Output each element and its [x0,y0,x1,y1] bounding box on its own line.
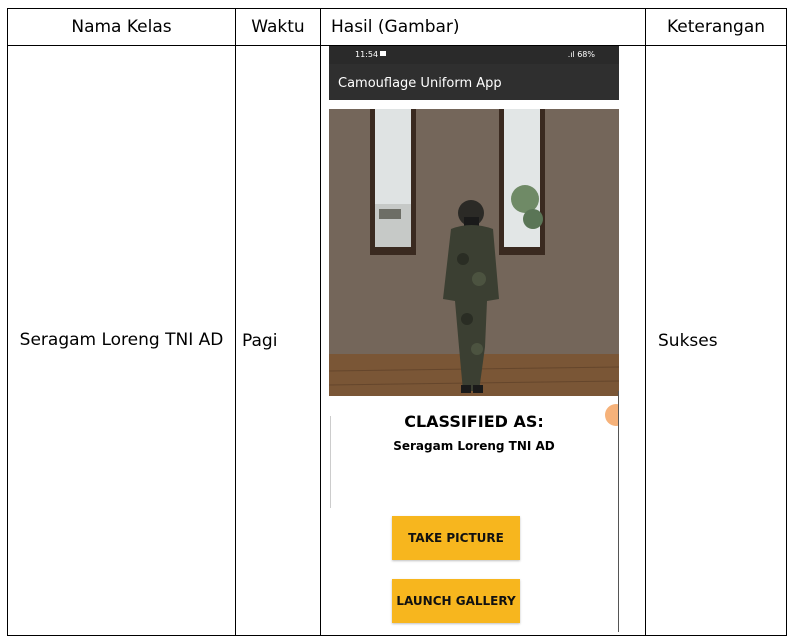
header-waktu: Waktu [235,8,321,46]
photo-image [329,109,619,396]
phone-screenshot: 11:54 .ıl 68% Camouflage Uniform App CLA… [329,46,619,632]
take-picture-button[interactable]: TAKE PICTURE [392,516,520,560]
status-bar: 11:54 .ıl 68% [329,46,619,64]
launch-gallery-button[interactable]: LAUNCH GALLERY [392,579,520,623]
table-row: Seragam Loreng TNI AD Pagi 11:54 .ıl 68%… [7,45,787,636]
status-time: 11:54 [355,50,379,59]
cell-class-name: Seragam Loreng TNI AD [7,45,236,636]
cell-note: Sukses [645,45,787,636]
classification-panel: CLASSIFIED AS: Seragam Loreng TNI AD [329,404,619,514]
header-row: Nama Kelas Waktu Hasil (Gambar) Keterang… [7,8,787,46]
app-title: Camouflage Uniform App [338,76,502,91]
signal-battery-text: .ıl 68% [567,50,595,59]
header-keterangan: Keterangan [645,8,787,46]
classified-heading: CLASSIFIED AS: [404,412,544,431]
classified-result: Seragam Loreng TNI AD [393,439,555,453]
header-nama-kelas: Nama Kelas [7,8,236,46]
app-bar: Camouflage Uniform App [329,64,619,100]
video-icon [380,51,386,56]
results-table: Nama Kelas Waktu Hasil (Gambar) Keterang… [7,8,787,636]
cell-result-image: 11:54 .ıl 68% Camouflage Uniform App CLA… [320,45,646,636]
cell-time: Pagi [235,45,321,636]
header-hasil-gambar: Hasil (Gambar) [320,8,646,46]
captured-photo [329,109,619,396]
